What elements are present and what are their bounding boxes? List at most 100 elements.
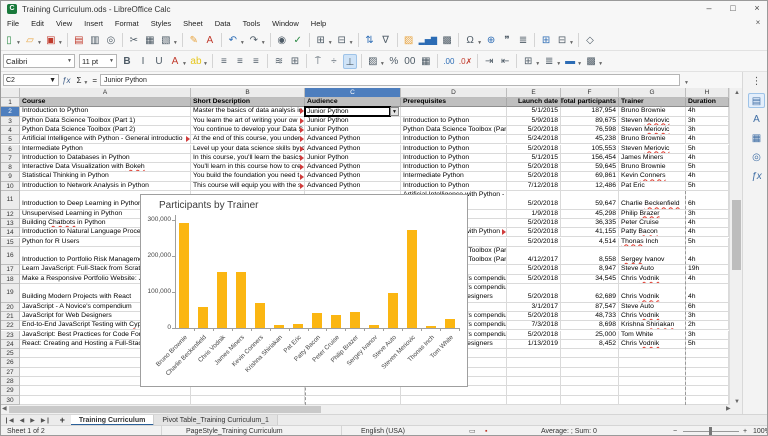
- insert-mode-icon[interactable]: ▭: [469, 426, 476, 436]
- cell-G22[interactable]: Krishna Shiriakan: [619, 321, 686, 330]
- cell-E8[interactable]: 5/20/2018: [507, 163, 561, 172]
- cell-D6[interactable]: Introduction to Python: [401, 145, 507, 154]
- cell-F20[interactable]: 87,547: [561, 303, 619, 312]
- cell-H2[interactable]: 4h: [686, 107, 729, 116]
- cell-H4[interactable]: 3h: [686, 126, 729, 135]
- cell-A7[interactable]: Introduction to Databases in Python: [20, 154, 191, 163]
- cell-B5[interactable]: At the end of this course, you under: [191, 135, 305, 144]
- cell-A29[interactable]: [20, 386, 191, 395]
- cell-G10[interactable]: Pat Eric: [619, 182, 686, 191]
- bar-charlie-beckenfield[interactable]: [198, 307, 208, 328]
- bar-chris-vodnik[interactable]: [217, 272, 227, 328]
- row-header-24[interactable]: 24: [1, 340, 20, 349]
- cell-G17[interactable]: Steve Auto: [619, 265, 686, 274]
- clear-formatting-icon[interactable]: A: [203, 33, 217, 48]
- redo-icon[interactable]: ↷: [247, 33, 261, 48]
- cell-E24[interactable]: 1/13/2019: [507, 340, 561, 349]
- menu-help[interactable]: Help: [305, 19, 332, 28]
- cell-E7[interactable]: 5/1/2015: [507, 154, 561, 163]
- cell-G19[interactable]: Chris Vodnik: [619, 284, 686, 303]
- cell-D1[interactable]: Prerequisites: [401, 98, 507, 107]
- cell-G25[interactable]: [619, 349, 686, 358]
- cell-H29[interactable]: [686, 386, 729, 395]
- conditional-formatting-dropdown-icon[interactable]: ▼: [598, 61, 603, 67]
- save-dropdown-icon[interactable]: ▼: [58, 40, 63, 46]
- bar-krishna-shiriakan[interactable]: [274, 325, 284, 328]
- cell-F5[interactable]: 45,238: [561, 135, 619, 144]
- bar-tom-white[interactable]: [445, 319, 455, 328]
- vertical-scroll-thumb[interactable]: [732, 200, 741, 270]
- cell-A8[interactable]: Interactive Data Visualization with Boke…: [20, 163, 191, 172]
- border-style-dropdown-icon[interactable]: ▼: [556, 61, 561, 67]
- cell-A1[interactable]: Course: [20, 98, 191, 107]
- cell-F17[interactable]: 8,947: [561, 265, 619, 274]
- special-character-dropdown-icon[interactable]: ▼: [477, 40, 482, 46]
- menu-insert[interactable]: Insert: [78, 19, 109, 28]
- format-date-icon[interactable]: ▦: [419, 54, 433, 69]
- cell-E28[interactable]: [507, 377, 561, 386]
- insert-row-dropdown-icon[interactable]: ▼: [328, 40, 333, 46]
- column-header-B[interactable]: B: [191, 88, 305, 98]
- cell-H12[interactable]: 3h: [686, 210, 729, 219]
- underline-icon[interactable]: U: [152, 54, 166, 69]
- cell-H14[interactable]: 4h: [686, 228, 729, 237]
- zoom-slider-thumb[interactable]: [709, 427, 712, 436]
- cell-G27[interactable]: [619, 368, 686, 377]
- cell-B2[interactable]: Master the basics of data analysis in: [191, 107, 305, 116]
- cell-F1[interactable]: Total participants: [561, 98, 619, 107]
- row-header-7[interactable]: 7: [1, 154, 20, 163]
- cell-E18[interactable]: 5/20/2018: [507, 275, 561, 284]
- cell-G12[interactable]: Philip Brazer: [619, 210, 686, 219]
- cell-F12[interactable]: 45,298: [561, 210, 619, 219]
- menu-tools[interactable]: Tools: [237, 19, 267, 28]
- cell-F18[interactable]: 34,545: [561, 275, 619, 284]
- align-right-icon[interactable]: ≡: [249, 54, 263, 69]
- insert-row-icon[interactable]: ⊞: [314, 33, 328, 48]
- split-window-icon[interactable]: ⊟: [555, 33, 569, 48]
- cell-C6[interactable]: Advanced Python: [305, 145, 401, 154]
- cell-F21[interactable]: 48,733: [561, 312, 619, 321]
- cell-A10[interactable]: Introduction to Network Analysis in Pyth…: [20, 182, 191, 191]
- add-sheet-icon[interactable]: +: [54, 415, 71, 425]
- cell-G13[interactable]: Peter Cruise: [619, 219, 686, 228]
- cell-F8[interactable]: 59,645: [561, 163, 619, 172]
- cell-A2[interactable]: Introduction to Python: [20, 107, 191, 116]
- cell-G11[interactable]: Charlie Beckenfield: [619, 191, 686, 210]
- cell-H30[interactable]: [686, 396, 729, 405]
- cell-E9[interactable]: 5/20/2018: [507, 172, 561, 181]
- cell-B1[interactable]: Short Description: [191, 98, 305, 107]
- cell-F23[interactable]: 25,000: [561, 331, 619, 340]
- cell-B9[interactable]: You build the foundation you need t: [191, 172, 305, 181]
- cell-C7[interactable]: Junior Python: [305, 154, 401, 163]
- cell-G30[interactable]: [619, 396, 686, 405]
- bold-icon[interactable]: B: [120, 54, 134, 69]
- cell-E4[interactable]: 5/20/2018: [507, 126, 561, 135]
- cell-D8[interactable]: Introduction to Python: [401, 163, 507, 172]
- cell-B7[interactable]: In this course, you'll learn the basics: [191, 154, 305, 163]
- cell-C9[interactable]: Advanced Python: [305, 172, 401, 181]
- row-header-23[interactable]: 23: [1, 331, 20, 340]
- formula-input[interactable]: Junior Python: [100, 74, 680, 86]
- cell-H11[interactable]: 6h: [686, 191, 729, 210]
- sheet-tab-pivot-table-training-curriculum-1[interactable]: Pivot Table_Training Curriculum_1: [154, 415, 278, 426]
- cell-F4[interactable]: 76,598: [561, 126, 619, 135]
- font-name-combo[interactable]: Calibri▼: [3, 54, 75, 68]
- row-header-10[interactable]: 10: [1, 182, 20, 191]
- cell-E10[interactable]: 7/12/2018: [507, 182, 561, 191]
- cell-H25[interactable]: [686, 349, 729, 358]
- highlighting-color-dropdown-icon[interactable]: ▼: [203, 61, 208, 67]
- cell-H23[interactable]: 3h: [686, 331, 729, 340]
- cell-G15[interactable]: Thonas Inch: [619, 238, 686, 247]
- show-draw-functions-icon[interactable]: ◇: [583, 33, 597, 48]
- row-header-2[interactable]: 2: [1, 107, 20, 116]
- bar-kevin-conners[interactable]: [255, 303, 265, 328]
- cell-C3[interactable]: Junior Python: [305, 117, 401, 126]
- minimize-icon[interactable]: –: [697, 1, 721, 16]
- cell-C29[interactable]: [305, 386, 401, 395]
- column-header-E[interactable]: E: [507, 88, 561, 98]
- cell-E25[interactable]: [507, 349, 561, 358]
- bar-patty-bacon[interactable]: [312, 313, 322, 328]
- cell-F15[interactable]: 4,514: [561, 238, 619, 247]
- row-header-19[interactable]: 19: [1, 284, 20, 303]
- cell-C8[interactable]: Advanced Python: [305, 163, 401, 172]
